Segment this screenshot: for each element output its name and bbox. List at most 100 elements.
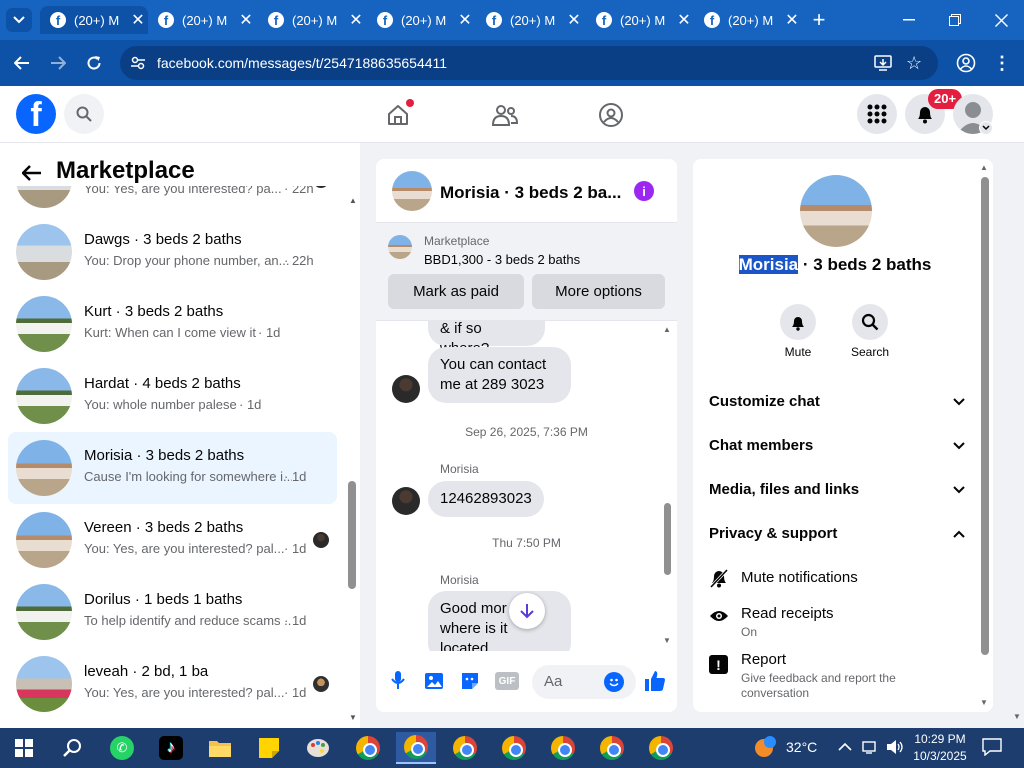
- whatsapp-app[interactable]: ✆: [102, 732, 142, 764]
- system-clock[interactable]: 10:29 PM 10/3/2025: [912, 731, 968, 765]
- listing-thumbnail[interactable]: [388, 235, 412, 259]
- start-button[interactable]: [4, 732, 44, 764]
- browser-tab-6[interactable]: f (20+) M ✕: [586, 6, 694, 34]
- facebook-logo[interactable]: f: [16, 94, 56, 134]
- scroll-up-icon[interactable]: ▲: [349, 196, 357, 205]
- minimize-button[interactable]: [896, 8, 922, 32]
- address-bar[interactable]: facebook.com/messages/t/2547188635654411…: [120, 46, 938, 80]
- volume-icon[interactable]: [886, 739, 904, 755]
- listing-detail[interactable]: BBD1,300 - 3 beds 2 baths: [424, 252, 580, 267]
- browser-tab-2[interactable]: f (20+) M ✕: [148, 6, 256, 34]
- back-button[interactable]: [10, 51, 34, 75]
- conversation-item[interactable]: Dorilus · 1 beds 1 baths To help identify…: [8, 576, 337, 648]
- taskbar-search-button[interactable]: [52, 732, 92, 764]
- tab-list-button[interactable]: [6, 8, 32, 32]
- microphone-icon[interactable]: [388, 669, 408, 691]
- site-info-icon[interactable]: [130, 55, 146, 74]
- scrollbar-thumb[interactable]: [981, 177, 989, 655]
- browser-menu-button[interactable]: ⋮: [990, 51, 1014, 75]
- forward-button[interactable]: [46, 51, 70, 75]
- browser-tab-3[interactable]: f (20+) M ✕: [258, 6, 366, 34]
- conversation-item[interactable]: You: Yes, are you interested? pa... · 22h: [8, 186, 337, 216]
- scroll-down-icon[interactable]: ▼: [349, 713, 357, 722]
- report-item[interactable]: ! Report Give feedback and report the co…: [709, 649, 959, 705]
- privacy-support-section[interactable]: Privacy & support: [709, 525, 965, 542]
- tiktok-app[interactable]: ♪: [151, 732, 191, 764]
- sticker-icon[interactable]: [459, 670, 481, 692]
- menu-button[interactable]: [857, 94, 897, 134]
- close-tab-icon[interactable]: ✕: [236, 10, 256, 30]
- info-icon[interactable]: i: [634, 181, 654, 201]
- chat-avatar[interactable]: [392, 171, 432, 211]
- profile-button[interactable]: [954, 51, 978, 75]
- scroll-down-icon[interactable]: ▼: [663, 636, 671, 645]
- account-chevron[interactable]: [979, 121, 993, 135]
- new-tab-button[interactable]: +: [806, 7, 832, 32]
- sender-avatar[interactable]: [392, 487, 420, 515]
- like-icon[interactable]: [643, 669, 667, 693]
- conversation-item[interactable]: leveah · 2 bd, 1 ba You: Yes, are you int…: [8, 648, 337, 720]
- file-explorer-app[interactable]: [200, 732, 240, 764]
- nav-friends[interactable]: [489, 99, 521, 131]
- conversation-item[interactable]: Kurt · 3 beds 2 baths Kurt: When can I co…: [8, 288, 337, 360]
- photo-icon[interactable]: [423, 670, 445, 692]
- scroll-to-bottom-button[interactable]: [509, 593, 545, 629]
- scroll-down-icon[interactable]: ▼: [980, 698, 988, 707]
- media-files-links-section[interactable]: Media, files and links: [709, 481, 965, 498]
- close-tab-icon[interactable]: ✕: [346, 10, 366, 30]
- scrollbar-thumb[interactable]: [348, 481, 356, 589]
- sticky-notes-app[interactable]: [249, 732, 289, 764]
- conversation-item[interactable]: Vereen · 3 beds 2 baths You: Yes, are you…: [8, 504, 337, 576]
- page-scroll-down-icon[interactable]: ▼: [1013, 712, 1021, 721]
- mute-button[interactable]: [780, 304, 816, 340]
- nav-groups[interactable]: [595, 99, 627, 131]
- close-window-button[interactable]: [988, 8, 1014, 32]
- bookmark-star-icon[interactable]: ☆: [906, 53, 922, 74]
- mute-notifications-item[interactable]: Mute notifications: [709, 567, 959, 591]
- chrome-app-3[interactable]: [445, 732, 485, 764]
- listing-avatar[interactable]: [800, 175, 872, 247]
- search-button[interactable]: [64, 94, 104, 134]
- chrome-app-7[interactable]: [641, 732, 681, 764]
- browser-tab-7[interactable]: f (20+) M ✕: [694, 6, 802, 34]
- customize-chat-section[interactable]: Customize chat: [709, 393, 965, 410]
- nav-home[interactable]: [382, 99, 414, 131]
- emoji-icon[interactable]: [604, 672, 624, 692]
- gif-icon[interactable]: GIF: [495, 672, 519, 690]
- close-tab-icon[interactable]: ✕: [128, 10, 148, 30]
- chrome-app-2[interactable]: [396, 732, 436, 764]
- network-icon[interactable]: [862, 739, 880, 755]
- mark-as-paid-button[interactable]: Mark as paid: [388, 274, 524, 309]
- close-tab-icon[interactable]: ✕: [455, 10, 475, 30]
- close-tab-icon[interactable]: ✕: [782, 10, 802, 30]
- install-app-icon[interactable]: [874, 54, 892, 75]
- scrollbar[interactable]: ▲ ▼: [347, 191, 357, 728]
- restore-button[interactable]: [942, 8, 968, 32]
- scroll-up-icon[interactable]: ▲: [980, 163, 988, 172]
- browser-tab-5[interactable]: f (20+) M ✕: [476, 6, 584, 34]
- action-center-icon[interactable]: [982, 738, 1002, 758]
- scrollbar-thumb[interactable]: [664, 503, 671, 575]
- chrome-app-5[interactable]: [543, 732, 583, 764]
- conversation-item[interactable]: Hardat · 4 beds 2 baths You: whole number…: [8, 360, 337, 432]
- chrome-app-1[interactable]: [348, 732, 388, 764]
- read-receipts-item[interactable]: Read receipts On: [709, 603, 959, 643]
- browser-tab-1[interactable]: f (20+) M ✕: [40, 6, 148, 34]
- temperature[interactable]: 32°C: [786, 739, 817, 755]
- close-tab-icon[interactable]: ✕: [564, 10, 584, 30]
- reload-button[interactable]: [82, 51, 106, 75]
- conversation-item[interactable]: Morisia · 3 beds 2 baths Cause I'm lookin…: [8, 432, 337, 504]
- chrome-app-4[interactable]: [494, 732, 534, 764]
- show-hidden-icons-icon[interactable]: [838, 739, 854, 755]
- close-tab-icon[interactable]: ✕: [674, 10, 694, 30]
- weather-icon[interactable]: [752, 736, 778, 760]
- search-conversation-button[interactable]: [852, 304, 888, 340]
- browser-tab-4[interactable]: f (20+) M ✕: [367, 6, 475, 34]
- conversation-item[interactable]: Dawgs · 3 beds 2 baths You: Drop your pho…: [8, 216, 337, 288]
- chat-members-section[interactable]: Chat members: [709, 437, 965, 454]
- more-options-button[interactable]: More options: [532, 274, 665, 309]
- scroll-up-icon[interactable]: ▲: [663, 325, 671, 334]
- paint-app[interactable]: [298, 732, 338, 764]
- chrome-app-6[interactable]: [592, 732, 632, 764]
- chat-title[interactable]: Morisia · 3 beds 2 ba...: [440, 183, 621, 203]
